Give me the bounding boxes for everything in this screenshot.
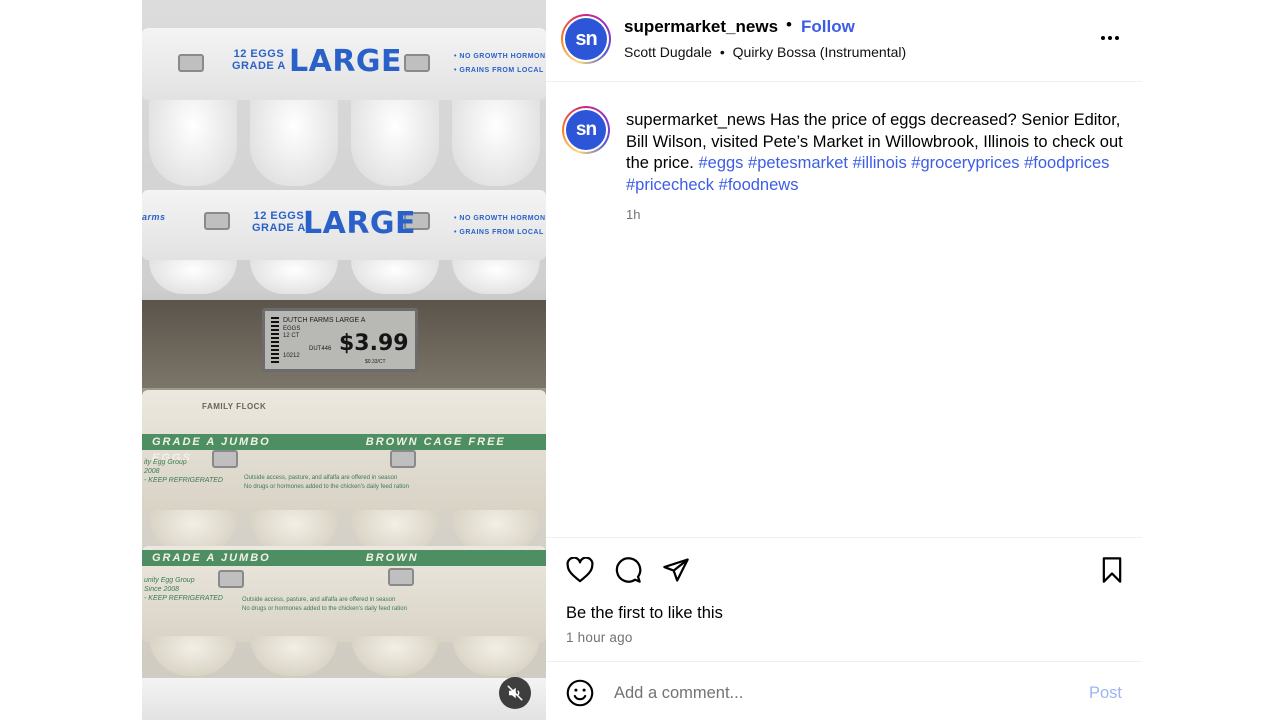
hashtag-link[interactable]: #pricecheck (626, 176, 714, 194)
send-icon (663, 558, 689, 582)
carton-stripe-right: BROWN (365, 552, 419, 564)
carton-tab (204, 212, 230, 230)
avatar: sn (565, 18, 607, 60)
barcode (271, 317, 279, 365)
post-header: sn supermarket_news • Follow Scott Dugda… (546, 0, 1142, 82)
heart-icon (566, 557, 594, 583)
smiley-icon (566, 679, 594, 707)
carton-tab (404, 54, 430, 72)
carton-tab (390, 450, 416, 468)
carton-fine-print: Outside access, pasture, and alfalfa are… (244, 475, 409, 490)
separator-dot: • (786, 15, 792, 34)
likes-text: Be the first to like this (566, 604, 723, 622)
brown-egg-carton: FAMILY FLOCK GRADE A JUMBO BROWN CAGE FR… (142, 390, 546, 510)
carton-grade-label: 12 EGGS GRADE A (252, 210, 306, 234)
carton-stripe: GRADE A JUMBO BROWN CAGE FREE EGGS (142, 434, 546, 464)
separator-dot: • (719, 44, 725, 60)
carton-stripe: GRADE A JUMBO BROWN (142, 550, 546, 566)
share-button[interactable] (660, 554, 692, 586)
mute-button[interactable] (499, 677, 531, 709)
post-comment-button[interactable]: Post (1089, 684, 1122, 703)
hashtag-link[interactable]: #petesmarket (748, 154, 848, 172)
egg-carton-top: 12 EGGS GRADE A LARGE • NO GROWTH HORMON… (142, 28, 546, 100)
author-username[interactable]: supermarket_news (624, 17, 778, 37)
audio-artist: Scott Dugdale (624, 44, 712, 60)
audio-track: Quirky Bossa (Instrumental) (732, 44, 907, 60)
post-video[interactable]: 12 EGGS GRADE A LARGE • NO GROWTH HORMON… (142, 0, 546, 720)
carton-tab (388, 568, 414, 586)
carton-brand: arms (142, 212, 166, 222)
avatar: sn (566, 110, 606, 150)
price-tag-line: EGGS (283, 326, 301, 332)
bookmark-icon (1102, 557, 1122, 583)
comment-input[interactable] (614, 680, 1054, 706)
carton-brand: FAMILY FLOCK (202, 402, 267, 411)
carton-fine-print: • NO GROWTH HORMONES • GRAINS FROM LOCAL… (454, 53, 546, 74)
carton-stripe-left: GRADE A JUMBO (152, 552, 271, 564)
brown-egg-carton-lower: GRADE A JUMBO BROWN unity Egg Group Sinc… (142, 546, 546, 642)
follow-button[interactable]: Follow (801, 17, 855, 37)
hashtag-link[interactable]: #eggs (698, 154, 743, 172)
comment-bar: Post (546, 661, 1142, 720)
hashtag-link[interactable]: #groceryprices (911, 154, 1019, 172)
more-options-button[interactable] (1099, 25, 1121, 51)
comment-button[interactable] (612, 554, 644, 586)
save-button[interactable] (1096, 554, 1128, 586)
carton-fine-print: • NO GROWTH HORMONES • GRAINS FROM LOCAL… (454, 215, 546, 236)
egg-cups-row (142, 100, 546, 186)
post-actions: Be the first to like this 1 hour ago (546, 537, 1142, 661)
caption-text: supermarket_news Has the price of eggs d… (626, 110, 1136, 196)
price-tag-unit-price: $0.33/CT (365, 359, 386, 365)
carton-side-text: unity Egg Group Since 2008 - KEEP REFRIG… (144, 577, 223, 602)
carton-size-label: LARGE (303, 206, 417, 241)
egg-carton-second: arms 12 EGGS GRADE A LARGE • NO GROWTH H… (142, 190, 546, 260)
speaker-muted-icon (507, 685, 523, 701)
shelf-edge (142, 678, 546, 720)
price-tag-product: DUTCH FARMS LARGE A (283, 317, 366, 324)
shelf-price-tag: DUTCH FARMS LARGE A EGGS 12 CT DUT446 10… (262, 308, 418, 372)
caption-avatar-ring[interactable]: sn (562, 106, 610, 154)
carton-size-label: LARGE (289, 44, 403, 79)
caption-timestamp[interactable]: 1h (626, 207, 640, 222)
more-horizontal-icon (1100, 36, 1121, 40)
audio-info[interactable]: Scott Dugdale • Quirky Bossa (Instrument… (624, 44, 906, 60)
price-tag-line: 12 CT (283, 333, 300, 339)
post-details-panel: sn supermarket_news • Follow Scott Dugda… (546, 0, 1142, 720)
carton-side-text: ity Egg Group 2008 - KEEP REFRIGERATED (144, 459, 223, 484)
hashtag-link[interactable]: #foodnews (719, 176, 799, 194)
emoji-button[interactable] (566, 679, 594, 707)
egg-cups-row (142, 260, 546, 294)
hashtag-link[interactable]: #illinois (853, 154, 907, 172)
comment-icon (615, 557, 642, 583)
post-timestamp[interactable]: 1 hour ago (566, 630, 633, 645)
author-avatar-ring[interactable]: sn (561, 14, 611, 64)
price-tag-line: 10212 (283, 353, 300, 359)
carton-stripe-left: GRADE A JUMBO (152, 436, 271, 448)
like-button[interactable] (564, 554, 596, 586)
egg-cups-row (142, 636, 546, 676)
caption-username[interactable]: supermarket_news (626, 111, 765, 129)
price-tag-code: DUT446 (309, 346, 332, 352)
carton-grade-label: 12 EGGS GRADE A (232, 48, 286, 72)
hashtag-link[interactable]: #foodprices (1024, 154, 1109, 172)
carton-fine-print: Outside access, pasture, and alfalfa are… (242, 597, 407, 612)
carton-tab (178, 54, 204, 72)
price-tag-price: $3.99 (339, 331, 409, 356)
